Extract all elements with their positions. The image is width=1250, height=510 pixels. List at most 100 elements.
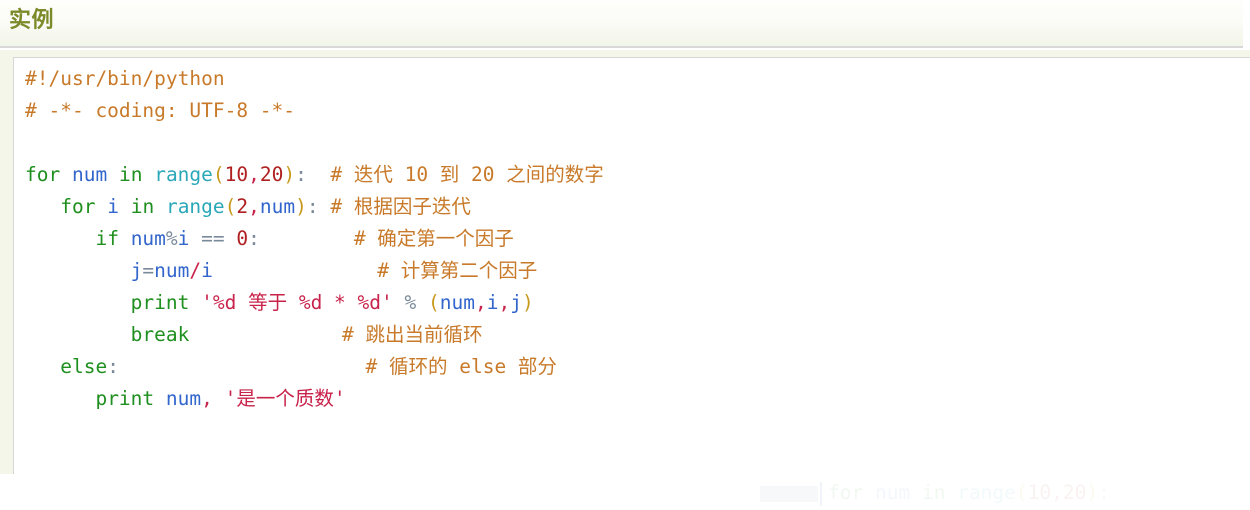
line-shebang: #!/usr/bin/python [25, 63, 604, 95]
line-print-num-token-6: '是一个质数' [224, 387, 346, 410]
page-title: 实例 [9, 7, 55, 32]
line-j-assign-token-7: # 计算第二个因子 [377, 259, 538, 282]
ghost-token-3 [910, 481, 922, 504]
line-for-i-token-1: for [60, 195, 96, 218]
line-blank-1 [25, 127, 604, 159]
ghost-token-8: 10 [1027, 481, 1052, 504]
line-if-mod-token-6 [189, 227, 201, 250]
ghost-token-9: , [1051, 481, 1063, 504]
line-j-assign-token-6 [213, 259, 377, 282]
line-print-fmt-token-1: print [130, 291, 190, 314]
line-for-i-token-0 [25, 195, 60, 218]
line-print-num-token-1: print [95, 387, 155, 410]
code-block-panel[interactable]: #!/usr/bin/python # -*- coding: UTF-8 -*-… [13, 57, 1250, 475]
line-for-num-token-6: range [154, 163, 213, 186]
line-else-token-2: : [107, 355, 119, 378]
line-if-mod-token-4: % [165, 227, 178, 250]
line-print-fmt-token-8: num [439, 291, 475, 314]
ghost-text-caret [820, 482, 822, 506]
line-for-num-token-2: num [71, 163, 108, 186]
line-print-fmt-token-5: % [404, 291, 417, 314]
line-else: else: # 循环的 else 部分 [25, 351, 604, 383]
faded-overlay-strip: for num in range(10,20): [0, 474, 1250, 510]
ghost-token-10: 20 [1062, 481, 1087, 504]
line-for-i-token-7: range [165, 195, 225, 218]
ghost-token-7: ( [1015, 481, 1028, 504]
line-if-mod-token-9: 0 [236, 227, 249, 250]
line-if-mod-token-5: i [177, 227, 190, 250]
line-j-assign-token-4: / [189, 259, 202, 282]
line-else-token-0 [25, 355, 60, 378]
line-print-fmt-token-12: j [510, 291, 522, 314]
line-blank-1-token-0 [25, 131, 37, 154]
line-j-assign-token-1: j [130, 259, 143, 282]
line-for-i-token-11: num [259, 195, 296, 218]
line-if-mod-token-11 [260, 227, 354, 250]
line-print-fmt-token-13: ) [521, 291, 534, 314]
line-print-num-token-3: num [165, 387, 202, 410]
line-for-i-token-14 [319, 195, 331, 218]
line-print-fmt-token-4 [393, 291, 405, 314]
line-if-mod-token-12: # 确定第一个因子 [353, 227, 514, 250]
line-if-mod-token-2 [119, 227, 131, 250]
line-print-num: print num, '是一个质数' [25, 383, 604, 415]
line-print-num-token-2 [154, 387, 166, 410]
line-for-i-token-13: : [306, 195, 319, 218]
python-source-code[interactable]: #!/usr/bin/python # -*- coding: UTF-8 -*-… [25, 63, 604, 415]
line-if-mod-token-8 [225, 227, 237, 250]
line-print-fmt-token-9: , [474, 291, 487, 314]
line-j-assign: j=num/i # 计算第二个因子 [25, 255, 604, 287]
line-for-i-token-3: i [107, 195, 119, 218]
line-shebang-token-0: #!/usr/bin/python [25, 67, 225, 90]
line-j-assign-token-0 [25, 259, 131, 282]
ghost-token-11: ) [1086, 481, 1099, 504]
ghost-token-4: in [921, 481, 946, 504]
line-for-i-token-9: 2 [236, 195, 249, 218]
line-print-fmt-token-0 [25, 291, 131, 314]
ghost-token-1 [863, 481, 875, 504]
line-for-num-token-11: ) [283, 163, 296, 186]
line-j-assign-token-3: num [154, 259, 190, 282]
line-for-num-token-1 [60, 163, 72, 186]
line-break-token-0 [25, 323, 131, 346]
line-break-token-1: break [130, 323, 190, 346]
line-for-i-token-10: , [248, 195, 260, 218]
line-for-num-token-13 [307, 163, 330, 186]
line-for-i-token-2 [95, 195, 107, 218]
line-print-fmt-token-11: , [498, 291, 511, 314]
line-for-num-token-10: 20 [259, 163, 284, 186]
line-break-token-2 [189, 323, 342, 346]
line-print-num-token-4: , [201, 387, 213, 410]
line-print-num-token-5 [213, 387, 225, 410]
line-j-assign-token-5: i [201, 259, 213, 282]
line-for-num-token-4: in [118, 163, 143, 186]
line-for-num: for num in range(10,20): # 迭代 10 到 20 之间… [25, 159, 604, 191]
line-for-i-token-5: in [130, 195, 155, 218]
line-print-fmt-token-7: ( [428, 291, 440, 314]
ghost-token-0: for [828, 481, 864, 504]
line-break: break # 跳出当前循环 [25, 319, 604, 351]
line-print-fmt-token-10: i [486, 291, 499, 314]
code-block-gutter: #!/usr/bin/python # -*- coding: UTF-8 -*-… [0, 50, 1250, 490]
line-print-fmt: print '%d 等于 %d * %d' % (num,i,j) [25, 287, 604, 319]
line-if-mod-token-0 [25, 227, 95, 250]
line-print-fmt-token-6 [416, 291, 428, 314]
line-for-i-token-6 [154, 195, 166, 218]
line-if-mod: if num%i == 0: # 确定第一个因子 [25, 223, 604, 255]
line-j-assign-token-2: = [142, 259, 155, 282]
line-for-num-token-3 [107, 163, 119, 186]
ghost-token-6: range [957, 481, 1016, 504]
ghost-code-line: for num in range(10,20): [828, 480, 1110, 506]
ghost-token-5 [945, 481, 957, 504]
line-if-mod-token-7: == [201, 227, 225, 250]
line-for-i-token-12: ) [295, 195, 307, 218]
line-for-num-token-0: for [25, 163, 61, 186]
ghost-token-2: num [874, 481, 911, 504]
line-if-mod-token-3: num [130, 227, 166, 250]
line-for-i-token-15: # 根据因子迭代 [330, 195, 471, 218]
example-section-header: 实例 [0, 0, 1243, 48]
line-for-i: for i in range(2,num): # 根据因子迭代 [25, 191, 604, 223]
ghost-token-12: : [1098, 481, 1110, 504]
line-break-token-3: # 跳出当前循环 [342, 323, 483, 346]
ghost-selection-highlight [760, 486, 818, 502]
